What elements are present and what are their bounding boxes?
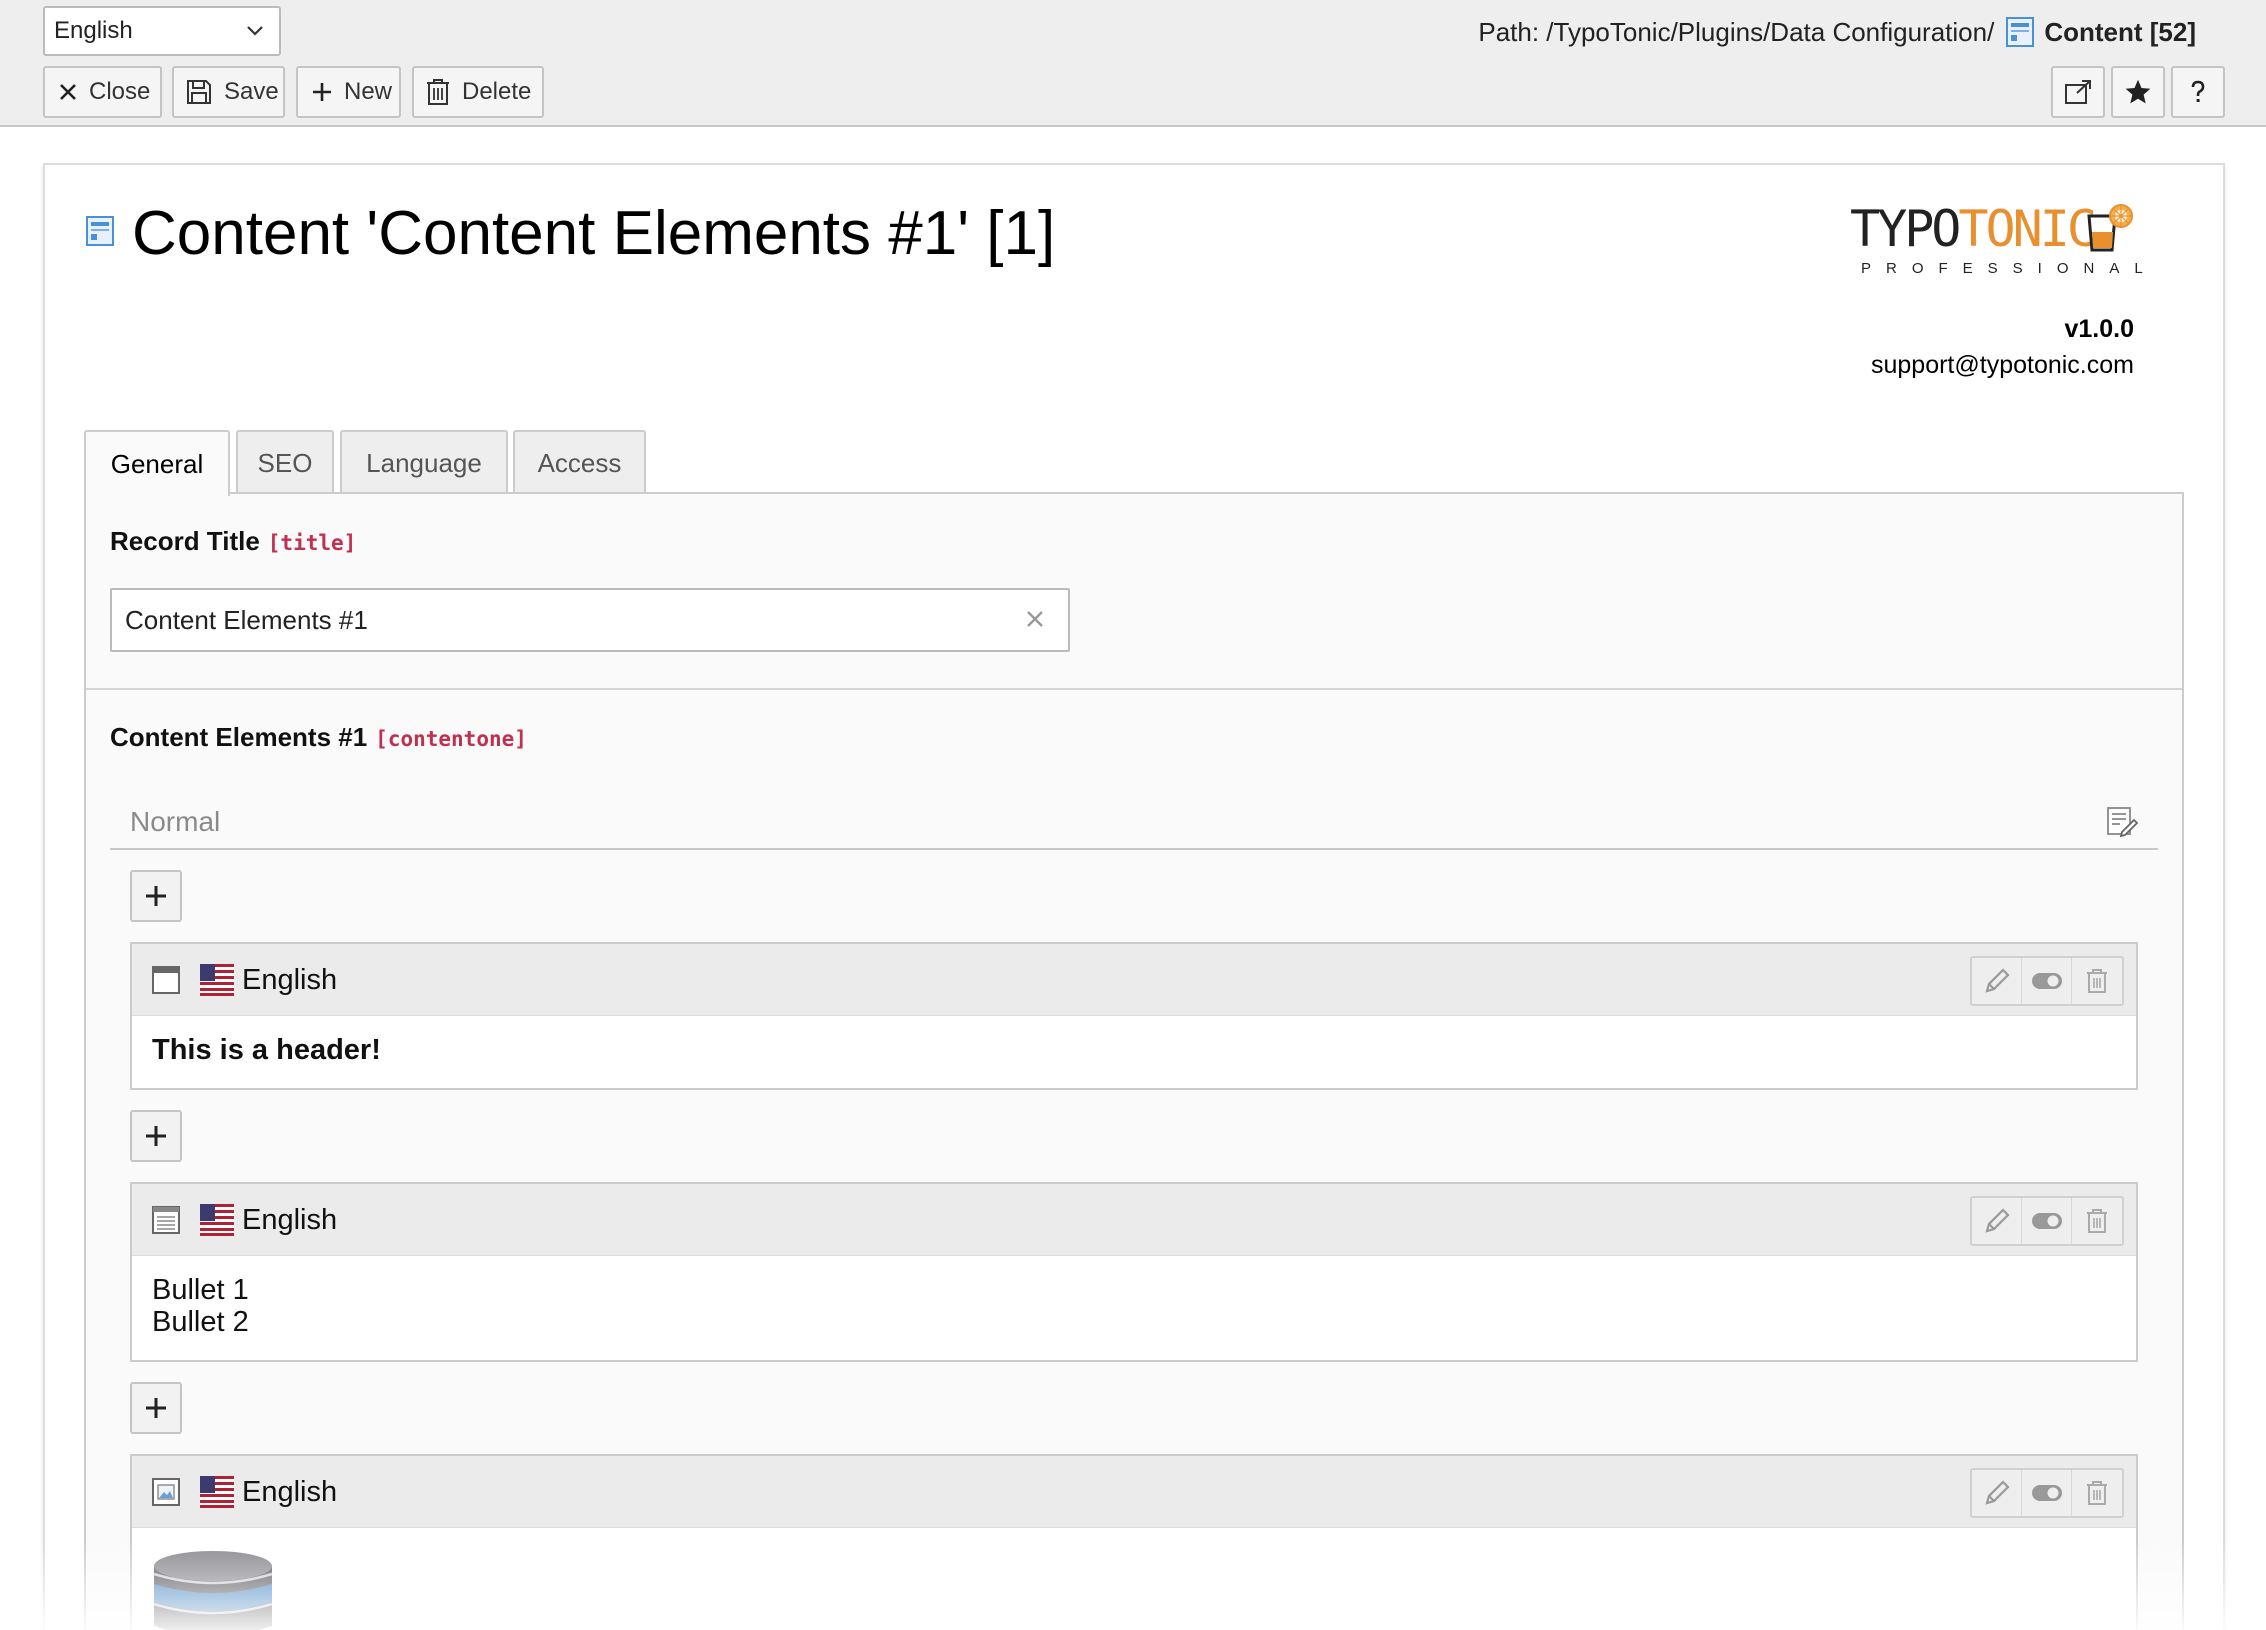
bookmark-button[interactable] <box>2111 66 2165 118</box>
delete-element-button[interactable] <box>2072 1470 2122 1516</box>
toggle-icon <box>2031 973 2062 989</box>
cup-logo-icon <box>2087 204 2133 252</box>
bullet-line: Bullet 2 <box>152 1306 249 1338</box>
trash-icon <box>427 79 449 105</box>
trash-icon <box>2087 1209 2107 1233</box>
plus-icon <box>146 886 166 906</box>
content-element-actions <box>1970 1468 2124 1518</box>
support-email[interactable]: support@typotonic.com <box>1871 351 2134 380</box>
save-icon <box>187 80 211 104</box>
content-element-actions <box>1970 956 2124 1006</box>
docheader: English Path: /TypoTonic/Plugins/Data Co… <box>0 0 2266 127</box>
delete-element-button[interactable] <box>2072 1198 2122 1244</box>
clear-input-icon[interactable] <box>1024 608 1046 630</box>
new-button[interactable]: New <box>296 66 401 118</box>
tab-language[interactable]: Language <box>340 430 508 494</box>
save-button[interactable]: Save <box>172 66 285 118</box>
language-select[interactable]: English <box>43 6 281 56</box>
star-icon <box>2125 79 2151 104</box>
new-button-label: New <box>344 78 393 105</box>
delete-element-button[interactable] <box>2072 958 2122 1004</box>
close-button-label: Close <box>89 78 151 105</box>
breadcrumb-record[interactable]: Content [52] <box>2044 17 2196 48</box>
edit-button[interactable] <box>1972 1198 2022 1244</box>
content-element-body: Bullet 1 Bullet 2 <box>132 1256 2136 1356</box>
help-button[interactable] <box>2171 66 2225 118</box>
add-content-button[interactable] <box>130 1382 182 1434</box>
toggle-icon <box>2031 1213 2062 1229</box>
delete-button[interactable]: Delete <box>412 66 544 118</box>
pencil-icon <box>1984 1480 2010 1505</box>
trash-icon <box>2087 969 2107 993</box>
language-select-value: English <box>54 17 133 44</box>
version-label: v1.0.0 <box>2064 315 2134 343</box>
typotonic-logo: TYPOTONIC PROFESSIONAL <box>1850 200 2143 284</box>
content-record-icon <box>2006 17 2035 47</box>
us-flag-icon <box>200 964 234 996</box>
toggle-visibility-button[interactable] <box>2022 958 2072 1004</box>
toggle-visibility-button[interactable] <box>2022 1470 2072 1516</box>
column-header-normal: Normal <box>110 796 2158 850</box>
delete-button-label: Delete <box>462 78 532 105</box>
edit-document-icon[interactable] <box>2106 806 2138 838</box>
plus-icon <box>313 83 331 101</box>
record-title-key: [title] <box>267 531 357 555</box>
content-elements-label: Content Elements #1 [contentone] <box>110 722 527 753</box>
chevron-down-icon <box>247 26 263 36</box>
content-elements-key: [contentone] <box>375 727 527 751</box>
field-divider <box>86 688 2182 690</box>
open-new-window-button[interactable] <box>2051 66 2105 118</box>
plus-icon <box>146 1398 166 1418</box>
content-element-header-bar[interactable]: English <box>132 1184 2136 1256</box>
bullets-type-icon <box>152 1206 180 1234</box>
record-title-label-text: Record Title <box>110 526 260 556</box>
bullet-line: Bullet 1 <box>152 1274 249 1306</box>
tab-general[interactable]: General <box>84 430 230 496</box>
add-content-button[interactable] <box>130 870 182 922</box>
content-elements-label-text: Content Elements #1 <box>110 722 368 752</box>
logo-text-orange: TONIC <box>1958 200 2097 258</box>
content-element-header-bar[interactable]: English <box>132 1456 2136 1528</box>
content-record-icon <box>86 216 114 246</box>
save-button-label: Save <box>224 78 279 105</box>
content-element-header: English This is a header! <box>130 942 2138 1090</box>
bottom-fade <box>0 1540 2266 1630</box>
record-title-label: Record Title [title] <box>110 526 356 557</box>
edit-button[interactable] <box>1972 958 2022 1004</box>
external-link-icon <box>2065 80 2091 104</box>
content-element-header-bar[interactable]: English <box>132 944 2136 1016</box>
toggle-icon <box>2031 1485 2062 1501</box>
content-element-language: English <box>242 964 338 996</box>
content-element-bullets: English Bullet 1 Bullet 2 <box>130 1182 2138 1362</box>
content-element-language: English <box>242 1204 338 1236</box>
breadcrumb: Path: /TypoTonic/Plugins/Data Configurat… <box>1478 14 2196 50</box>
trash-icon <box>2087 1481 2107 1505</box>
header-type-icon <box>152 966 180 994</box>
content-element-body: This is a header! <box>152 1034 381 1066</box>
close-button[interactable]: Close <box>43 66 162 118</box>
plus-icon <box>146 1126 166 1146</box>
content-element-language: English <box>242 1476 338 1508</box>
breadcrumb-path: Path: /TypoTonic/Plugins/Data Configurat… <box>1478 16 1995 47</box>
tab-seo[interactable]: SEO <box>236 430 334 494</box>
close-icon <box>60 84 76 100</box>
content-element-actions <box>1970 1196 2124 1246</box>
edit-button[interactable] <box>1972 1470 2022 1516</box>
pencil-icon <box>1984 968 2010 993</box>
record-title-input[interactable]: Content Elements #1 <box>110 588 1070 652</box>
logo-text-dark: TYPO <box>1850 200 1961 258</box>
logo-subtitle: PROFESSIONAL <box>1861 260 2158 277</box>
add-content-button[interactable] <box>130 1110 182 1162</box>
image-type-icon <box>152 1478 180 1506</box>
page-title: Content 'Content Elements #1' [1] <box>132 199 1056 268</box>
toggle-visibility-button[interactable] <box>2022 1198 2072 1244</box>
pencil-icon <box>1984 1208 2010 1233</box>
help-icon <box>2191 80 2205 102</box>
tab-access[interactable]: Access <box>513 430 646 494</box>
us-flag-icon <box>200 1204 234 1236</box>
us-flag-icon <box>200 1476 234 1508</box>
